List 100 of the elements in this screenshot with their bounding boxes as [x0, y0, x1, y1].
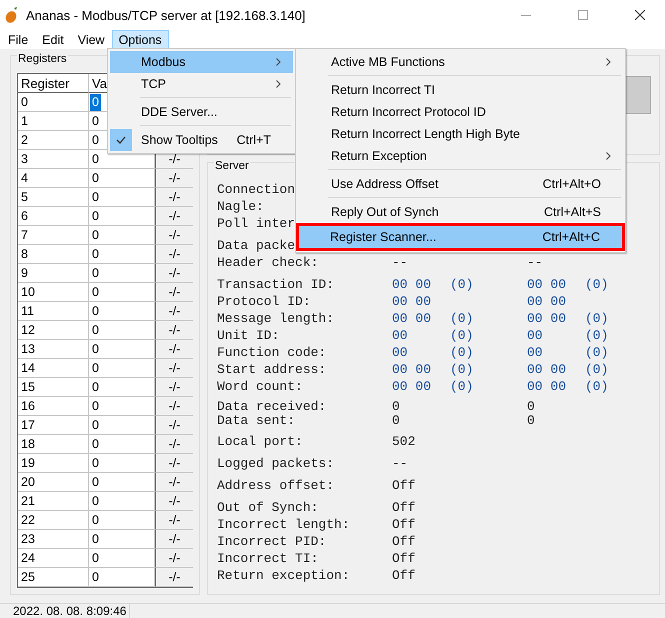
table-cell[interactable]: 0: [90, 416, 101, 434]
table-cell[interactable]: 0: [90, 340, 101, 358]
field-label: Unit ID:: [217, 327, 280, 344]
menu-item[interactable]: File: [1, 30, 36, 49]
field-value: (0): [450, 378, 474, 395]
table-cell: -/-: [168, 209, 180, 223]
table-cell[interactable]: 0: [90, 246, 101, 262]
table-cell: -/-: [168, 475, 180, 489]
field-label: Word count:: [217, 378, 303, 395]
menu-entry[interactable]: Return Incorrect Length High Byte: [298, 123, 623, 145]
menu-item[interactable]: Edit: [35, 30, 71, 49]
table-cell[interactable]: 0: [90, 360, 101, 376]
field-value: 00 00: [392, 276, 432, 293]
window-title: Ananas - Modbus/TCP server at [192.168.3.140]: [26, 8, 306, 22]
table-cell: -/-: [168, 570, 180, 584]
table-cell[interactable]: 0: [90, 226, 101, 244]
field-label: Address offset:: [217, 477, 334, 494]
table-cell[interactable]: 0: [90, 170, 101, 186]
menu-entry[interactable]: Register Scanner... Ctrl+Alt+C: [299, 226, 622, 248]
table-cell[interactable]: 0: [90, 264, 101, 282]
table-cell[interactable]: 0: [90, 530, 101, 548]
table-cell: 1: [18, 112, 89, 131]
table-cell[interactable]: 0: [90, 208, 101, 224]
field-label: Logged packets:: [217, 455, 334, 472]
table-cell[interactable]: 0: [90, 454, 101, 472]
status-time: 2022. 08. 08. 8:09:46: [0, 604, 130, 618]
menu-entry[interactable]: Return Exception: [298, 145, 623, 167]
field-label: Start address:: [217, 361, 326, 378]
menu-item[interactable]: View: [70, 30, 112, 49]
table-cell[interactable]: 0: [90, 568, 101, 586]
table-cell[interactable]: 0: [90, 112, 101, 130]
maximize-icon[interactable]: [578, 10, 588, 20]
table-cell: 25: [18, 568, 89, 587]
field-label: Poll inter: [217, 215, 296, 232]
field-value: (0): [450, 344, 474, 361]
field-value: (0): [450, 361, 474, 378]
field-value: 00 00: [527, 361, 566, 378]
field-label: Incorrect TI:: [217, 550, 318, 567]
field-label: Header check:: [217, 254, 318, 271]
menu-entry[interactable]: Use Address Offset Ctrl+Alt+O: [298, 173, 623, 195]
table-cell: 20: [18, 473, 89, 492]
field-label: Protocol ID:: [217, 293, 311, 310]
field-value: (0): [585, 327, 608, 344]
field-label: Nagle:: [217, 198, 264, 215]
table-cell[interactable]: 0: [90, 474, 101, 490]
field-value: 00: [527, 344, 543, 361]
table-cell[interactable]: 0: [90, 398, 101, 414]
field-value: (0): [450, 327, 474, 344]
table-cell: 4: [18, 169, 89, 188]
menu-entry[interactable]: TCP: [110, 73, 293, 95]
table-cell: 22: [18, 511, 89, 530]
menu-entry[interactable]: DDE Server...: [110, 101, 293, 123]
field-value: 00 00: [527, 293, 566, 310]
table-cell: 19: [18, 454, 89, 473]
field-value: 0: [527, 414, 535, 428]
table-cell: 23: [18, 530, 89, 549]
table-cell[interactable]: 0: [90, 132, 101, 148]
field-value: (0): [585, 310, 608, 327]
table-cell[interactable]: 0: [90, 302, 101, 320]
field-value: (0): [585, 344, 608, 361]
close-icon[interactable]: [635, 10, 645, 20]
table-cell[interactable]: 0: [90, 284, 101, 300]
table-cell[interactable]: 0: [90, 322, 101, 338]
table-cell[interactable]: 0: [90, 436, 101, 452]
table-cell[interactable]: 0: [90, 512, 101, 528]
table-cell[interactable]: 0: [90, 378, 101, 396]
table-cell: -/-: [168, 342, 180, 356]
table-cell: -/-: [168, 361, 180, 375]
minimize-icon[interactable]: [521, 14, 531, 16]
table-cell[interactable]: 0: [90, 150, 101, 168]
menu-entry[interactable]: Reply Out of Synch Ctrl+Alt+S: [298, 201, 623, 223]
table-cell: 8: [18, 245, 89, 264]
table-cell: -/-: [168, 399, 180, 413]
table-cell[interactable]: 0: [90, 550, 101, 566]
table-cell[interactable]: 0: [90, 492, 101, 510]
field-value: --: [527, 254, 543, 271]
table-cell: 5: [18, 188, 89, 207]
group-label: Server: [214, 160, 250, 172]
table-cell: 2: [18, 131, 89, 150]
table-cell: 24: [18, 549, 89, 568]
menu-entry[interactable]: Return Incorrect TI: [298, 79, 623, 101]
column-header[interactable]: Register: [18, 74, 89, 93]
menu-item[interactable]: Options: [112, 30, 169, 49]
group-label: Registers: [17, 53, 68, 65]
menu-entry[interactable]: Active MB Functions: [298, 51, 623, 73]
table-cell: -/-: [168, 304, 180, 318]
table-cell: -/-: [168, 437, 180, 451]
table-cell: -/-: [168, 456, 180, 470]
menu-entry[interactable]: Show Tooltips Ctrl+T: [110, 129, 293, 151]
table-cell[interactable]: 0: [90, 94, 101, 110]
table-cell: 21: [18, 492, 89, 511]
menu-entry[interactable]: Modbus: [110, 51, 293, 73]
table-cell[interactable]: 0: [90, 188, 101, 206]
menu-entry[interactable]: Return Incorrect Protocol ID: [298, 101, 623, 123]
field-value: --: [392, 455, 408, 472]
field-value: 00: [392, 327, 408, 344]
table-cell: 10: [18, 283, 89, 302]
field-label: Message length:: [217, 310, 334, 327]
field-value: 0: [527, 400, 535, 414]
field-value: 00: [392, 344, 408, 361]
